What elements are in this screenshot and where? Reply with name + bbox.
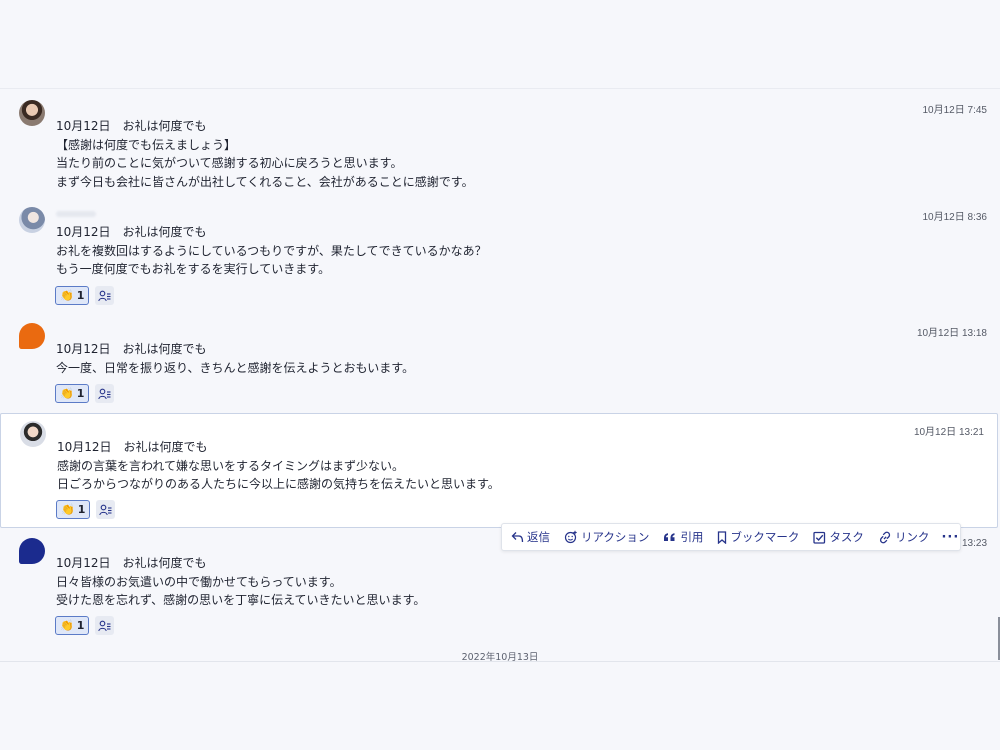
- avatar[interactable]: [19, 100, 45, 126]
- message-item[interactable]: 10月12日 7:45 10月12日 お礼は何度でも 【感謝は何度でも伝えましょ…: [0, 96, 1000, 196]
- message-item[interactable]: 10月12日 8:36 10月12日 お礼は何度でも お礼を複数回はするようにし…: [0, 203, 1000, 311]
- message-line: 10月12日 お礼は何度でも: [56, 225, 207, 239]
- task-checkbox-icon: [813, 531, 826, 544]
- message-line: 日ごろからつながりのある人たちに今以上に感謝の気持ちを伝えたいと思います。: [57, 477, 500, 491]
- message-action-toolbar: 返信 リアクション 引用 ブックマーク タスク リンク ···: [501, 523, 961, 551]
- reaction-bar: 👏 1: [55, 286, 115, 305]
- message-line: 受けた恩を忘れず、感謝の思いを丁寧に伝えていきたいと思います。: [56, 593, 426, 607]
- reaction-label: リアクション: [581, 530, 650, 544]
- reply-button[interactable]: 返信: [511, 529, 550, 545]
- reply-label: 返信: [527, 530, 550, 544]
- message-timestamp: 10月12日 13:21: [913, 427, 984, 438]
- message-line: 日々皆様のお気遣いの中で働かせてもらっています。: [56, 574, 342, 589]
- reaction-bar: 👏 1: [55, 616, 115, 635]
- add-user-reaction-icon: [98, 290, 111, 301]
- message-body: 10月12日 お礼は何度でも 今一度、日常を振り返り、きちんと感謝を伝えようとお…: [56, 340, 414, 377]
- message-item[interactable]: 10月12日 13:18 10月12日 お礼は何度でも 今一度、日常を振り返り、…: [0, 320, 1000, 410]
- message-body: 10月12日 お礼は何度でも 【感謝は何度でも伝えましょう】 当たり前のことに気…: [56, 117, 474, 191]
- reaction-count: 1: [76, 289, 85, 302]
- message-line: 10月12日 お礼は何度でも: [57, 440, 208, 454]
- message-line: お礼を複数回はするようにしているつもりですが、果たしてできているかなあ？: [56, 243, 487, 258]
- top-blank-area: [0, 0, 1000, 88]
- reaction-count: 1: [77, 503, 86, 516]
- reaction-chip[interactable]: 👏 1: [55, 384, 90, 403]
- message-line: 今一度、日常を振り返り、きちんと感謝を伝えようとおもいます。: [56, 360, 415, 375]
- clapping-hands-icon: 👏: [60, 387, 74, 400]
- avatar[interactable]: [19, 207, 45, 233]
- add-reaction-button[interactable]: [95, 286, 115, 305]
- add-reaction-button[interactable]: [96, 500, 116, 519]
- avatar[interactable]: [19, 538, 45, 564]
- link-button[interactable]: リンク: [878, 529, 930, 545]
- add-reaction-button[interactable]: [95, 384, 115, 403]
- bookmark-button[interactable]: ブックマーク: [717, 529, 799, 545]
- sender-name-redacted: [56, 211, 96, 217]
- reaction-bar: 👏 1: [56, 500, 116, 519]
- bookmark-icon: [718, 530, 727, 544]
- message-timestamp: 10月12日 7:45: [922, 105, 988, 116]
- link-chain-icon: [879, 531, 891, 543]
- bookmark-label: ブックマーク: [730, 530, 800, 544]
- message-timestamp: 10月12日 13:18: [916, 328, 987, 339]
- message-line: 10月12日 お礼は何度でも: [56, 119, 207, 133]
- message-body: 10月12日 お礼は何度でも 日々皆様のお気遣いの中で働かせてもらっています。 …: [56, 554, 425, 610]
- message-line: 10月12日 お礼は何度でも: [56, 342, 207, 356]
- reaction-chip[interactable]: 👏 1: [55, 286, 90, 305]
- more-options-button[interactable]: ···: [941, 530, 959, 545]
- reaction-count: 1: [76, 619, 85, 632]
- quote-button[interactable]: 引用: [663, 529, 703, 545]
- add-user-reaction-icon: [98, 620, 111, 631]
- message-line: 10月12日 お礼は何度でも: [56, 556, 207, 570]
- add-user-reaction-icon: [98, 388, 111, 399]
- avatar[interactable]: [20, 421, 46, 447]
- reply-arrow-icon: [511, 532, 524, 543]
- clapping-hands-icon: 👏: [61, 503, 75, 516]
- message-line: 当たり前のことに気がついて感謝する初心に戻ろうと思います。: [56, 156, 403, 170]
- reaction-bar: 👏 1: [55, 384, 115, 403]
- task-label: タスク: [829, 530, 864, 544]
- message-item[interactable]: 10月12日 お礼は何度でも 日々皆様のお気遣いの中で働かせてもらっています。 …: [0, 535, 1000, 645]
- task-button[interactable]: タスク: [813, 529, 864, 545]
- message-body: 10月12日 お礼は何度でも 感謝の言葉を言われて嫌な思いをするタイミングはまず…: [57, 438, 500, 494]
- add-reaction-button[interactable]: [95, 616, 115, 635]
- add-emoji-icon: [564, 530, 577, 544]
- message-timestamp: 10月12日 8:36: [922, 212, 988, 223]
- link-label: リンク: [894, 530, 930, 544]
- reaction-count: 1: [76, 387, 85, 400]
- clapping-hands-icon: 👏: [60, 619, 74, 632]
- clapping-hands-icon: 👏: [60, 289, 74, 302]
- reaction-button[interactable]: リアクション: [564, 529, 649, 545]
- avatar[interactable]: [19, 323, 45, 349]
- message-timestamp-partial: 13:23: [962, 538, 988, 549]
- quote-label: 引用: [680, 530, 704, 544]
- message-line: 感謝の言葉を言われて嫌な思いをするタイミングはまず少ない。: [57, 458, 405, 473]
- message-line: まず今日も会社に皆さんが出社してくれること、会社があることに感謝です。: [56, 174, 474, 189]
- add-user-reaction-icon: [99, 504, 112, 515]
- reaction-chip[interactable]: 👏 1: [55, 616, 90, 635]
- message-line: もう一度何度でもお礼をするを実行していきます。: [56, 262, 331, 276]
- message-line: 【感謝は何度でも伝えましょう】: [56, 137, 237, 152]
- quote-marks-icon: [664, 532, 675, 541]
- message-item-hovered[interactable]: 10月12日 13:21 10月12日 お礼は何度でも 感謝の言葉を言われて嫌な…: [0, 413, 998, 528]
- date-divider: 2022年10月13日: [461, 652, 539, 663]
- message-body: 10月12日 お礼は何度でも お礼を複数回はするようにしているつもりですが、果た…: [56, 223, 487, 279]
- reaction-chip[interactable]: 👏 1: [56, 500, 91, 519]
